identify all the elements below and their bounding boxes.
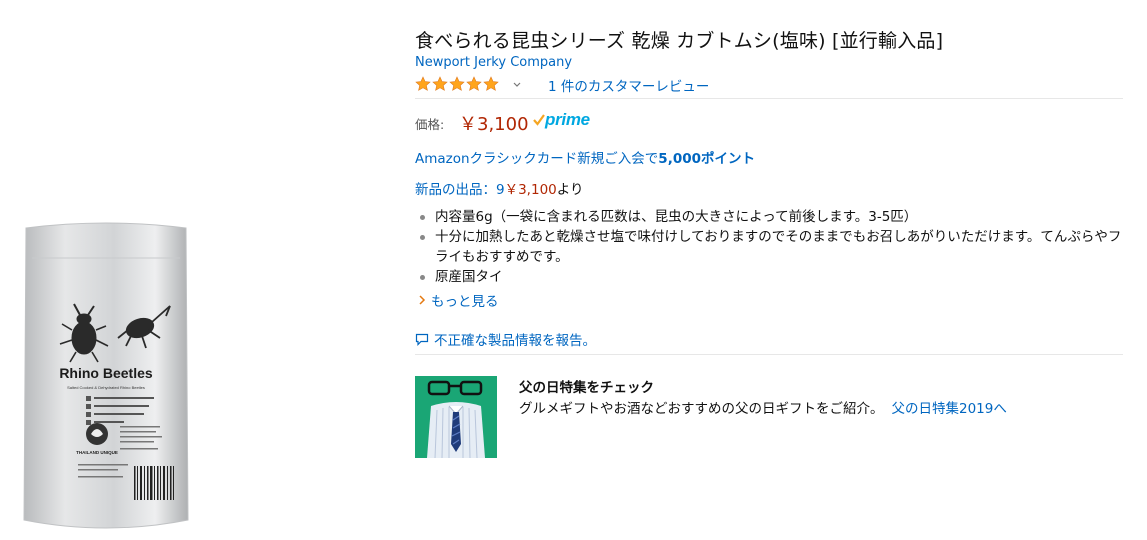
- promo-link[interactable]: 父の日特集2019へ: [892, 401, 1007, 417]
- review-count-link[interactable]: 1 件のカスタマーレビュー: [548, 75, 709, 95]
- package-brand: THAILAND UNIQUE: [76, 450, 118, 455]
- product-image[interactable]: Rhino Beetles Salted Cooked & Dehydrated…: [22, 220, 190, 538]
- report-label: 不正確な製品情報を報告。: [434, 333, 596, 349]
- promo-heading[interactable]: 父の日特集をチェック: [519, 376, 654, 396]
- offers-price: ￥3,100: [504, 182, 557, 198]
- package-subtitle: Salted Cooked & Dehydrated Rhino Beetles: [67, 385, 145, 390]
- product-title: 食べられる昆虫シリーズ 乾燥 カブトムシ(塩味) [並行輸入品]: [415, 30, 944, 52]
- divider: [415, 354, 1123, 355]
- star-icon: [483, 76, 499, 91]
- list-item: 十分に加熱したあと乾燥させ塩で味付けしておりますのでそのままでもお召しあがりいた…: [415, 227, 1127, 267]
- credit-card-offer-link[interactable]: Amazonクラシックカード新規ご入会で5,000ポイント: [415, 147, 755, 167]
- list-item: 内容量6g（一袋に含まれる匹数は、昆虫の大きさによって前後します。3-5匹）: [415, 207, 1127, 227]
- see-more-link[interactable]: もっと見る: [418, 290, 499, 310]
- offers-prefix[interactable]: 新品の出品：: [415, 182, 496, 198]
- star-icon: [449, 76, 465, 91]
- prime-check-icon: [533, 114, 545, 126]
- price-value: ￥3,100: [459, 114, 529, 135]
- feature-bullets: 内容量6g（一袋に含まれる匹数は、昆虫の大きさによって前後します。3-5匹） 十…: [415, 207, 1127, 287]
- star-icon: [466, 76, 482, 91]
- price-label: 価格:: [415, 117, 445, 132]
- list-item: 原産国タイ: [415, 267, 1127, 287]
- prime-label: prime: [545, 110, 590, 129]
- card-offer-points: 5,000ポイント: [658, 151, 755, 167]
- see-more-label: もっと見る: [431, 294, 499, 310]
- star-rating[interactable]: [415, 76, 499, 92]
- promo-description: グルメギフトやお酒などおすすめの父の日ギフトをご紹介。 父の日特集2019へ: [519, 397, 1007, 417]
- speech-bubble-icon: [415, 333, 429, 346]
- card-offer-text: Amazonクラシックカード新規ご入会で: [415, 151, 659, 167]
- star-icon: [432, 76, 448, 91]
- chevron-right-icon: [419, 295, 426, 305]
- package-name: Rhino Beetles: [59, 365, 153, 381]
- fathers-day-promo-image[interactable]: [415, 376, 497, 458]
- barcode: [134, 466, 174, 500]
- star-icon: [415, 76, 431, 91]
- divider: [415, 98, 1123, 99]
- new-offers[interactable]: 新品の出品：9￥3,100より: [415, 178, 583, 198]
- prime-badge[interactable]: prime: [533, 110, 590, 130]
- offers-count[interactable]: 9: [496, 182, 505, 198]
- report-issue-link[interactable]: 不正確な製品情報を報告。: [415, 329, 596, 349]
- offers-suffix: より: [556, 182, 584, 198]
- brand-link[interactable]: Newport Jerky Company: [415, 55, 572, 70]
- chevron-down-icon[interactable]: [512, 78, 522, 92]
- promo-description-text: グルメギフトやお酒などおすすめの父の日ギフトをご紹介。: [519, 401, 884, 417]
